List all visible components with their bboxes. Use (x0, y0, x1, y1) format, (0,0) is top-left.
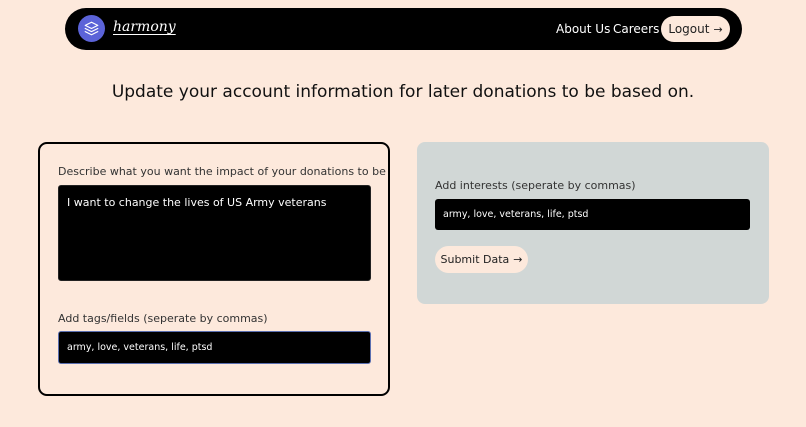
impact-textarea[interactable]: I want to change the lives of US Army ve… (58, 185, 371, 281)
interests-label: Add interests (seperate by commas) (435, 179, 636, 192)
logout-button[interactable]: Logout → (661, 16, 730, 42)
tags-label: Add tags/fields (seperate by commas) (58, 312, 268, 325)
logo-layers-icon[interactable] (78, 15, 105, 42)
nav-link-careers[interactable]: Careers (613, 22, 659, 36)
arrow-right-icon: → (513, 253, 523, 266)
nav-link-about-us[interactable]: About Us (556, 22, 610, 36)
navbar: harmony About Us Careers Logout → (65, 8, 742, 50)
submit-data-button[interactable]: Submit Data → (435, 246, 528, 273)
account-form-card: Describe what you want the impact of you… (38, 142, 390, 396)
logout-label: Logout (668, 22, 710, 36)
impact-label: Describe what you want the impact of you… (58, 165, 386, 178)
page-title: Update your account information for late… (111, 82, 695, 102)
brand-name[interactable]: harmony (113, 19, 176, 35)
interests-card: Add interests (seperate by commas) Submi… (417, 142, 769, 304)
page: harmony About Us Careers Logout → Update… (0, 0, 806, 427)
interests-input[interactable] (435, 199, 750, 230)
arrow-right-icon: → (713, 22, 723, 36)
tags-input[interactable] (58, 331, 371, 364)
submit-label: Submit Data (440, 253, 510, 266)
